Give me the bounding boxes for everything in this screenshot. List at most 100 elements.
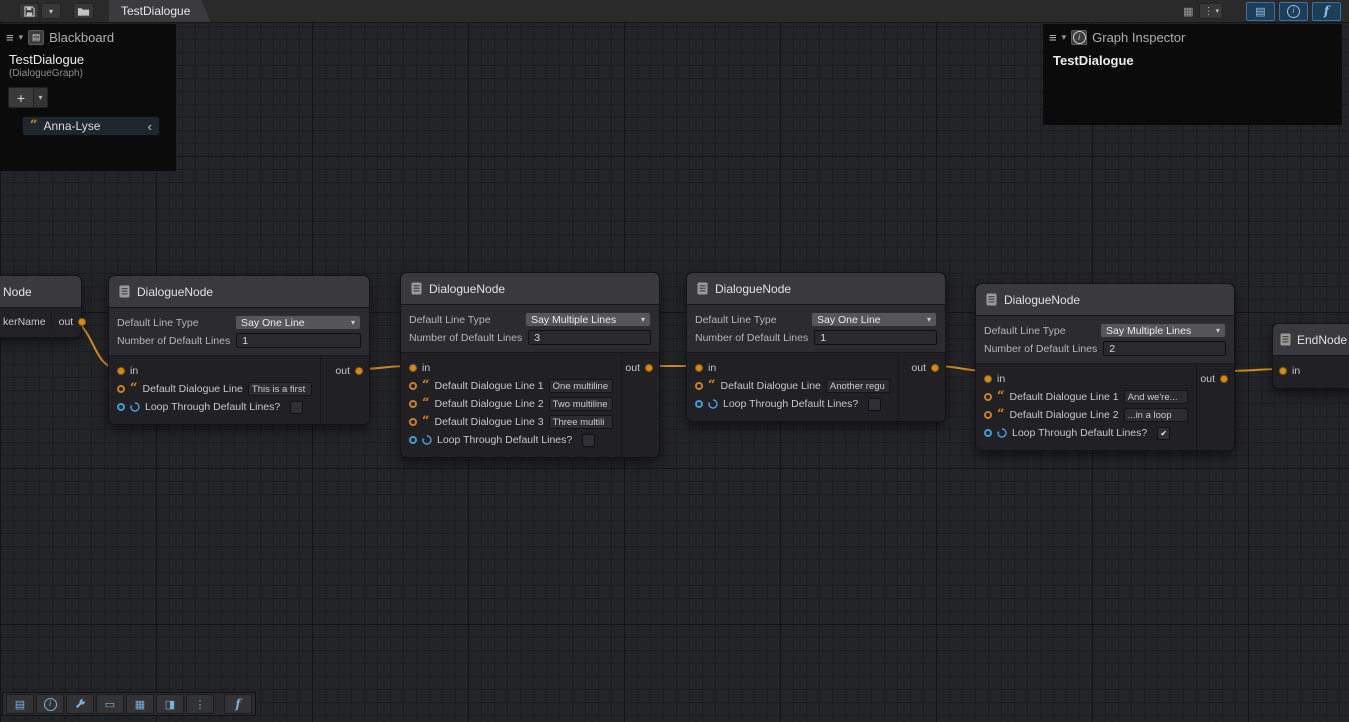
line-type-dropdown[interactable]: Say Multiple Lines ▾ [1100,323,1226,338]
output-port-dot[interactable] [355,367,363,375]
blackboard-header[interactable]: ≡ ▾ ▤ Blackboard [0,24,176,49]
num-lines-field[interactable]: 1 [236,333,361,348]
loop-port[interactable]: Loop Through Default Lines? ✔ [976,424,1196,442]
input-port[interactable]: in [109,362,320,380]
add-property-dropdown[interactable]: ▾ [34,87,48,108]
save-dropdown-button[interactable]: ▾ [41,3,61,19]
output-port-dot[interactable] [645,364,653,372]
tools-overlay-button[interactable] [66,694,94,714]
blackboard-overlay-button[interactable]: ▤ [6,694,34,714]
function-overlay-button[interactable]: f [224,694,252,714]
line-text-field[interactable]: Three multili [549,415,613,429]
speaker-node-partial[interactable]: Node kerName out [0,275,82,338]
overflow-menu-button[interactable]: ⋮ ▾ [1199,3,1223,19]
num-lines-field[interactable]: 3 [528,330,651,345]
loop-checkbox[interactable] [582,434,595,447]
inspector-overlay-button[interactable]: i [36,694,64,714]
chevron-left-icon[interactable]: ‹ [148,120,152,133]
output-port[interactable]: out [625,359,653,377]
dialogue-node-3[interactable]: DialogueNode Default Line Type Say One L… [686,272,946,422]
dialogue-node-4[interactable]: DialogueNode Default Line Type Say Multi… [975,283,1235,451]
dialogue-line-port[interactable]: “ Default Dialogue Line 2 Two multiline [401,395,621,413]
node-title-bar[interactable]: EndNode [1273,324,1349,356]
line-type-dropdown[interactable]: Say Multiple Lines ▾ [525,312,651,327]
collapse-arrow-icon[interactable]: ▾ [1062,33,1067,42]
tab-testdialogue[interactable]: TestDialogue [109,0,210,22]
overlay-menu-button[interactable]: ⋮ [186,694,214,714]
panel-overlay-button[interactable]: ◨ [156,694,184,714]
node-title-bar[interactable]: Node [0,276,81,308]
node-title-bar[interactable]: DialogueNode [687,273,945,305]
output-port-dot[interactable] [78,318,86,326]
line-port-dot[interactable] [984,411,992,419]
output-port-dot[interactable] [931,364,939,372]
num-lines-field[interactable]: 2 [1103,341,1226,356]
dialogue-line-port[interactable]: “ Default Dialogue Line 1 And we're... [976,388,1196,406]
line-text-field[interactable]: One multiline [549,379,613,393]
open-folder-button[interactable] [73,3,94,19]
line-port-dot[interactable] [409,418,417,426]
loop-port-dot[interactable] [984,429,992,437]
node-title-bar[interactable]: DialogueNode [976,284,1234,316]
input-port-dot[interactable] [1279,367,1287,375]
line-port-dot[interactable] [984,393,992,401]
save-button[interactable] [19,3,39,19]
dialogue-line-port[interactable]: “ Default Dialogue Line 1 One multiline [401,377,621,395]
line-text-field[interactable]: Two multiline [549,397,613,411]
window-overlay-button[interactable]: ▭ [96,694,124,714]
line-port-dot[interactable] [117,385,125,393]
blackboard-toggle-button[interactable]: ▤ [1246,2,1275,21]
loop-checkbox[interactable] [868,398,881,411]
input-port[interactable]: in [687,359,898,377]
input-port-dot[interactable] [409,364,417,372]
dialogue-line-port[interactable]: “ Default Dialogue Line 3 Three multili [401,413,621,431]
line-port-dot[interactable] [409,400,417,408]
output-port[interactable]: out [335,362,363,380]
node-title-bar[interactable]: DialogueNode [109,276,369,308]
loop-checkbox[interactable] [290,401,303,414]
line-text-field[interactable]: Another regu [826,379,890,393]
dialogue-line-port[interactable]: “ Default Dialogue Line This is a first [109,380,320,398]
hamburger-icon[interactable]: ≡ [1049,31,1057,44]
collapse-arrow-icon[interactable]: ▾ [19,33,24,42]
minimap-toggle-button[interactable]: f [1312,2,1341,21]
end-node[interactable]: EndNode in [1272,323,1349,389]
add-property-button[interactable]: + [8,87,34,108]
loop-port[interactable]: Loop Through Default Lines? [687,395,898,413]
input-port[interactable]: in [401,359,621,377]
input-port[interactable]: in [976,370,1196,388]
dialogue-node-1[interactable]: DialogueNode Default Line Type Say One L… [108,275,370,425]
line-port-dot[interactable] [695,382,703,390]
output-port[interactable]: out [51,313,87,331]
loop-port[interactable]: Loop Through Default Lines? [109,398,320,416]
blackboard-property-anna-lyse[interactable]: “ Anna-Lyse ‹ [22,116,160,136]
line-port-dot[interactable] [409,382,417,390]
loop-port-dot[interactable] [117,403,125,411]
line-text-field[interactable]: This is a first [248,382,312,396]
output-port[interactable]: out [1200,370,1228,388]
dialogue-node-2[interactable]: DialogueNode Default Line Type Say Multi… [400,272,660,458]
inspector-toggle-button[interactable]: i [1279,2,1308,21]
input-port-dot[interactable] [695,364,703,372]
line-type-dropdown[interactable]: Say One Line ▾ [811,312,937,327]
dialogue-line-port[interactable]: “ Default Dialogue Line Another regu [687,377,898,395]
loop-port-dot[interactable] [695,400,703,408]
node-title-bar[interactable]: DialogueNode [401,273,659,305]
grid-overlay-button[interactable]: ▦ [126,694,154,714]
input-port-dot[interactable] [117,367,125,375]
line-text-field[interactable]: ...in a loop [1124,408,1188,422]
line-type-dropdown[interactable]: Say One Line ▾ [235,315,361,330]
graph-inspector-header[interactable]: ≡ ▾ i Graph Inspector [1043,24,1342,49]
loop-port-dot[interactable] [409,436,417,444]
loop-checkbox[interactable]: ✔ [1157,427,1170,440]
num-lines-field[interactable]: 1 [814,330,937,345]
layout-icon[interactable]: ▦ [1183,5,1193,18]
input-port-dot[interactable] [984,375,992,383]
hamburger-icon[interactable]: ≡ [6,31,14,44]
output-port-dot[interactable] [1220,375,1228,383]
dialogue-line-port[interactable]: “ Default Dialogue Line 2 ...in a loop [976,406,1196,424]
output-port[interactable]: out [911,359,939,377]
input-port[interactable]: in [1273,362,1349,380]
line-text-field[interactable]: And we're... [1124,390,1188,404]
loop-port[interactable]: Loop Through Default Lines? [401,431,621,449]
